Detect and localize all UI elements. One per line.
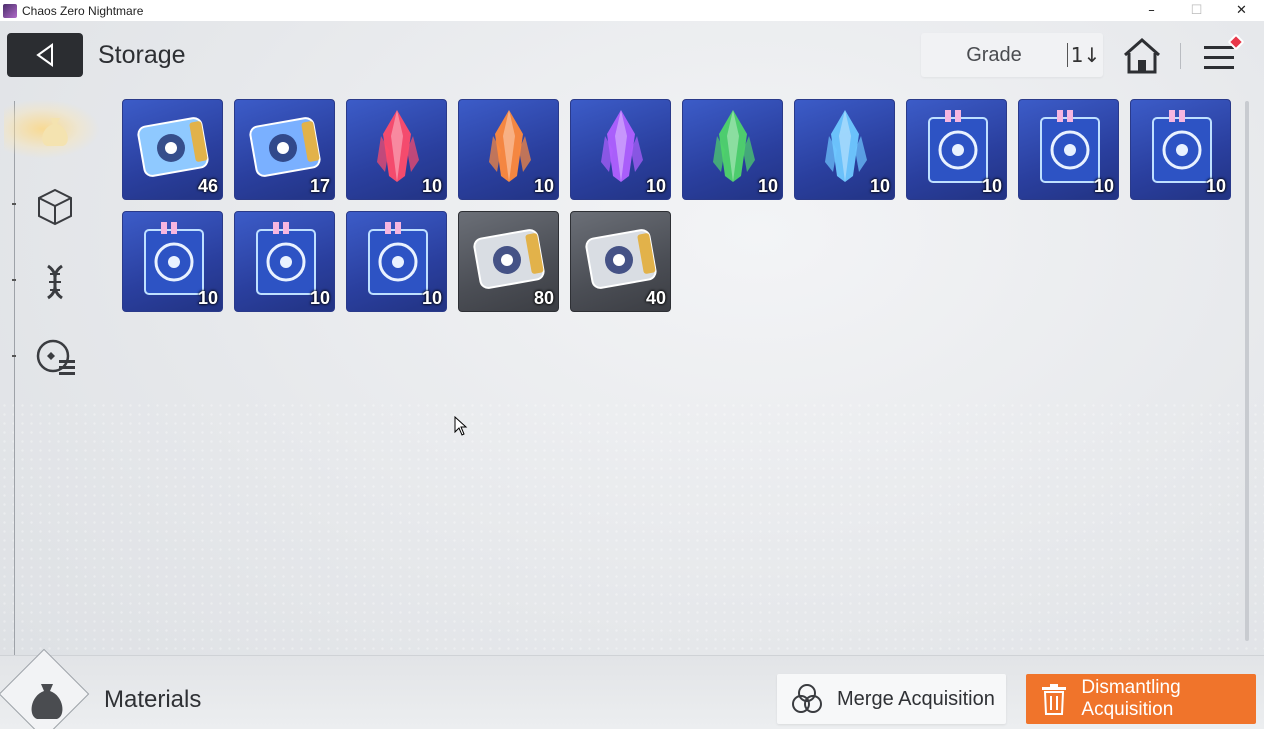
bottom-bar: Materials Merge Acquisition Dismantling … bbox=[0, 648, 1264, 729]
bird-book-icon bbox=[144, 222, 204, 295]
back-arrow-icon bbox=[36, 43, 53, 67]
item-quantity: 17 bbox=[309, 176, 330, 196]
item-slot[interactable]: 10 bbox=[794, 99, 895, 200]
item-quantity: 46 bbox=[197, 176, 218, 196]
sidebar-tick bbox=[12, 279, 16, 281]
item-quantity: 10 bbox=[757, 176, 778, 196]
green-crystal-icon bbox=[713, 110, 755, 182]
item-slot[interactable]: 10 bbox=[234, 211, 335, 312]
mouse-cursor-icon bbox=[454, 416, 468, 436]
item-quantity: 10 bbox=[981, 176, 1002, 196]
dismantling-acquisition-button[interactable]: Dismantling Acquisition bbox=[1026, 674, 1256, 724]
lightning-book-icon bbox=[256, 222, 316, 295]
dismantling-acquisition-label: Dismantling Acquisition bbox=[1081, 677, 1181, 720]
item-quantity: 10 bbox=[197, 288, 218, 308]
item-quantity: 10 bbox=[421, 288, 442, 308]
item-quantity: 10 bbox=[421, 176, 442, 196]
sort-order-toggle[interactable]: 1↓ bbox=[1068, 43, 1103, 67]
page-title: Storage bbox=[98, 41, 186, 69]
header-separator bbox=[1180, 43, 1181, 69]
pouch-icon bbox=[31, 684, 63, 719]
item-quantity: 80 bbox=[533, 288, 554, 308]
sort-grade-dropdown[interactable]: Grade bbox=[921, 44, 1067, 67]
window-title: Chaos Zero Nightmare bbox=[22, 3, 144, 18]
shield-book-icon bbox=[1040, 110, 1100, 183]
scrollbar[interactable] bbox=[1245, 101, 1249, 641]
purple-crystal-icon bbox=[601, 110, 643, 182]
maximize-icon[interactable]: ☐ bbox=[1174, 0, 1219, 21]
sidebar-tab-cubes[interactable] bbox=[30, 181, 80, 231]
item-slot[interactable]: 17 bbox=[234, 99, 335, 200]
orb-book-icon bbox=[368, 222, 428, 295]
merge-acquisition-label: Merge Acquisition bbox=[837, 687, 995, 710]
item-quantity: 10 bbox=[869, 176, 890, 196]
trash-icon bbox=[1041, 684, 1066, 715]
cube-icon bbox=[38, 188, 72, 226]
item-quantity: 10 bbox=[1205, 176, 1226, 196]
sidebar-rail bbox=[14, 101, 15, 656]
sidebar-tab-materials[interactable] bbox=[4, 99, 100, 159]
eye-book-icon bbox=[1152, 110, 1212, 183]
item-slot[interactable]: 10 bbox=[346, 211, 447, 312]
sort-control[interactable]: Grade 1↓ bbox=[921, 33, 1103, 77]
item-quantity: 40 bbox=[645, 288, 666, 308]
silver-profile-ticket-icon bbox=[473, 229, 545, 289]
category-label: Materials bbox=[104, 686, 202, 713]
pouch-icon bbox=[42, 118, 68, 146]
game-viewport: Storage Grade 1↓ 46 17 10 10 10 10 10 10… bbox=[0, 21, 1264, 729]
window-titlebar: Chaos Zero Nightmare – ☐ ✕ bbox=[0, 0, 1264, 21]
item-slot[interactable]: 10 bbox=[1018, 99, 1119, 200]
sidebar-tick bbox=[12, 355, 16, 357]
profile-ticket-icon bbox=[137, 117, 209, 177]
item-quantity: 10 bbox=[645, 176, 666, 196]
item-slot[interactable]: 46 bbox=[122, 99, 223, 200]
silver-compass-ticket-icon bbox=[585, 229, 657, 289]
item-slot[interactable]: 10 bbox=[1130, 99, 1231, 200]
merge-acquisition-button[interactable]: Merge Acquisition bbox=[777, 674, 1006, 724]
item-slot[interactable]: 10 bbox=[122, 211, 223, 312]
sidebar-tab-memory[interactable] bbox=[30, 333, 80, 383]
background-dots bbox=[0, 401, 1264, 661]
back-button[interactable] bbox=[7, 33, 83, 77]
item-slot[interactable]: 10 bbox=[346, 99, 447, 200]
item-slot[interactable]: 40 bbox=[570, 211, 671, 312]
minimize-icon[interactable]: – bbox=[1129, 0, 1174, 21]
item-slot[interactable]: 80 bbox=[458, 211, 559, 312]
home-button[interactable] bbox=[1120, 36, 1164, 76]
sword-book-icon bbox=[928, 110, 988, 183]
item-slot[interactable]: 10 bbox=[682, 99, 783, 200]
compass-ticket-icon bbox=[249, 117, 321, 177]
item-quantity: 10 bbox=[1093, 176, 1114, 196]
sidebar-tick bbox=[12, 203, 16, 205]
item-quantity: 10 bbox=[309, 288, 330, 308]
dna-icon bbox=[47, 264, 63, 300]
item-quantity: 10 bbox=[533, 176, 554, 196]
home-icon bbox=[1124, 37, 1160, 74]
blue-crystal-icon bbox=[825, 110, 867, 182]
orange-crystal-icon bbox=[489, 110, 531, 182]
item-slot[interactable]: 10 bbox=[458, 99, 559, 200]
sidebar-tab-genes[interactable] bbox=[30, 257, 80, 307]
item-slot[interactable]: 10 bbox=[906, 99, 1007, 200]
close-icon[interactable]: ✕ bbox=[1219, 0, 1264, 21]
red-crystal-icon bbox=[377, 110, 419, 182]
window-controls: – ☐ ✕ bbox=[1129, 0, 1264, 21]
app-icon bbox=[3, 3, 17, 18]
merge-circles-icon bbox=[792, 684, 822, 713]
item-slot[interactable]: 10 bbox=[570, 99, 671, 200]
card-list-icon bbox=[36, 339, 75, 375]
